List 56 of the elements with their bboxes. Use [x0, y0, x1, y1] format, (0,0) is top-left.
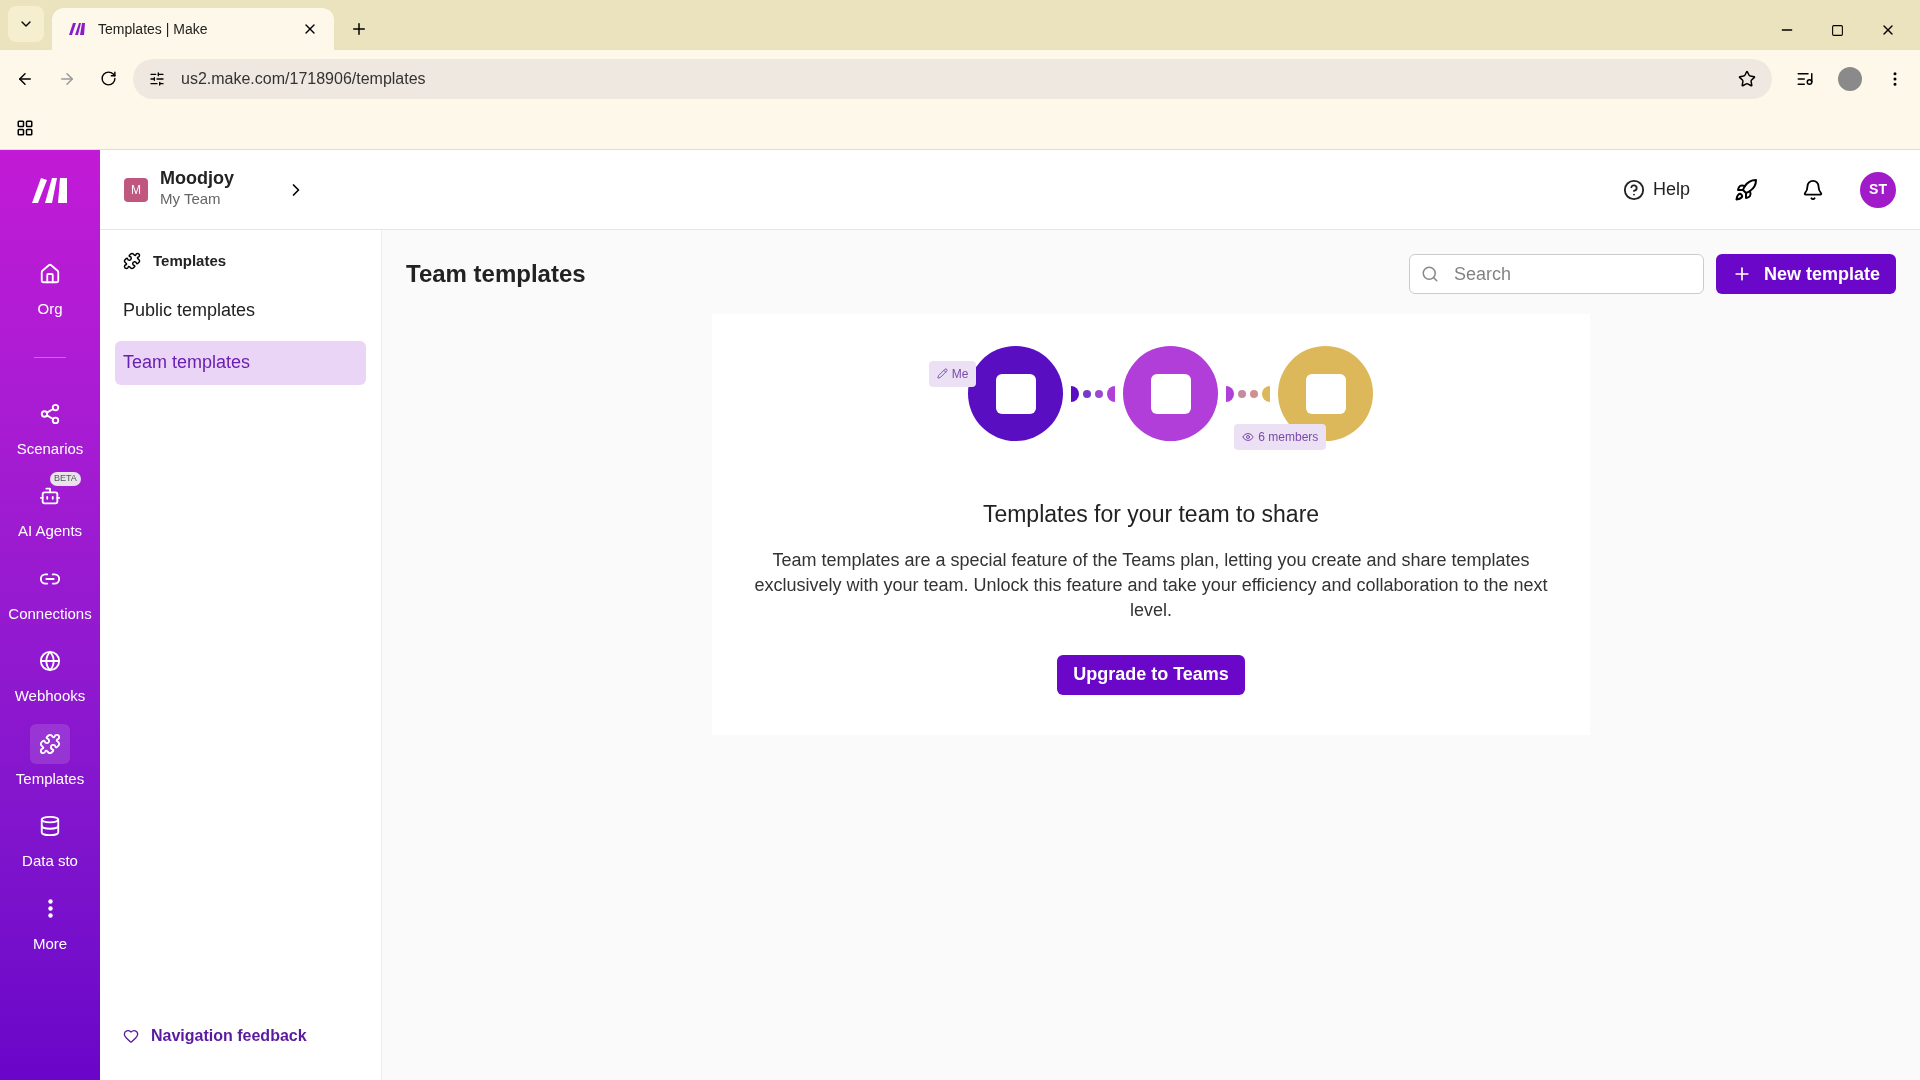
- puzzle-icon: [123, 252, 141, 271]
- subnav-item[interactable]: Public templates: [115, 288, 366, 333]
- empty-state-description: Team templates are a special feature of the Teams plan, letting you create and share templates exclusively with your team. Unlock this feature and take your efficiency and collaboration to the next level.: [753, 548, 1549, 622]
- bell-icon[interactable]: [1802, 178, 1824, 201]
- connector-dots: [1071, 385, 1116, 402]
- connector-dots: [1226, 385, 1271, 402]
- url-text: us2.make.com/1718906/templates: [181, 68, 426, 89]
- address-bar[interactable]: us2.make.com/1718906/templates: [133, 58, 1772, 99]
- tab-title: Templates | Make: [98, 19, 209, 39]
- database-icon: [39, 815, 61, 837]
- nav-item[interactable]: Webhooks: [0, 637, 100, 712]
- help-button[interactable]: Help: [1622, 176, 1690, 203]
- upgrade-button[interactable]: Upgrade to Teams: [1057, 654, 1245, 695]
- nav-item[interactable]: BETA AI Agents: [0, 472, 100, 547]
- pencil-icon: [936, 368, 948, 379]
- members-tag: 6 members: [1234, 424, 1327, 450]
- heart-icon: [123, 1028, 139, 1044]
- profile-icon[interactable]: [1838, 66, 1862, 91]
- new-tab-icon[interactable]: [350, 20, 368, 38]
- logo-icon: [68, 22, 86, 36]
- section-title: Templates: [153, 251, 227, 271]
- nav-item[interactable]: Scenarios: [0, 389, 100, 464]
- maximize-icon[interactable]: [1831, 23, 1844, 37]
- search-icon: [1420, 265, 1439, 283]
- nav-item[interactable]: More: [0, 884, 100, 959]
- user-avatar[interactable]: ST: [1860, 171, 1896, 208]
- team-name: My Team: [160, 189, 222, 210]
- eye-icon: [1242, 431, 1255, 443]
- nav-item[interactable]: Data sto: [0, 802, 100, 877]
- rocket-icon[interactable]: [1734, 177, 1758, 202]
- bookmark-star-icon[interactable]: [1738, 69, 1756, 88]
- page-title: Team templates: [406, 259, 586, 289]
- share-icon: [39, 402, 61, 425]
- puzzle-icon: [39, 732, 61, 755]
- nav-item[interactable]: Templates: [0, 719, 100, 794]
- home-icon: [39, 263, 61, 285]
- apps-icon[interactable]: [16, 119, 34, 137]
- reload-icon[interactable]: [100, 70, 117, 87]
- navigation-feedback-link[interactable]: Navigation feedback: [115, 1024, 366, 1048]
- org-name: Moodjoy: [160, 168, 234, 189]
- more-icon: [47, 899, 53, 918]
- org-avatar: M: [124, 177, 148, 202]
- search-field[interactable]: Search: [1408, 254, 1704, 294]
- globe-icon: [39, 650, 61, 672]
- nav-item[interactable]: Connections: [0, 554, 100, 629]
- logo-icon: [30, 176, 70, 204]
- site-settings-icon[interactable]: [149, 70, 165, 87]
- robot-icon: [39, 485, 61, 507]
- empty-state-heading: Templates for your team to share: [982, 500, 1320, 529]
- browser-tab[interactable]: Templates | Make: [52, 8, 334, 50]
- new-template-button[interactable]: New template: [1715, 254, 1896, 294]
- me-tag: Me: [928, 360, 977, 387]
- subnav-item[interactable]: Team templates: [115, 340, 366, 385]
- help-icon: [1622, 178, 1645, 201]
- beta-badge: BETA: [50, 472, 81, 486]
- nav-item[interactable]: Org: [0, 250, 100, 325]
